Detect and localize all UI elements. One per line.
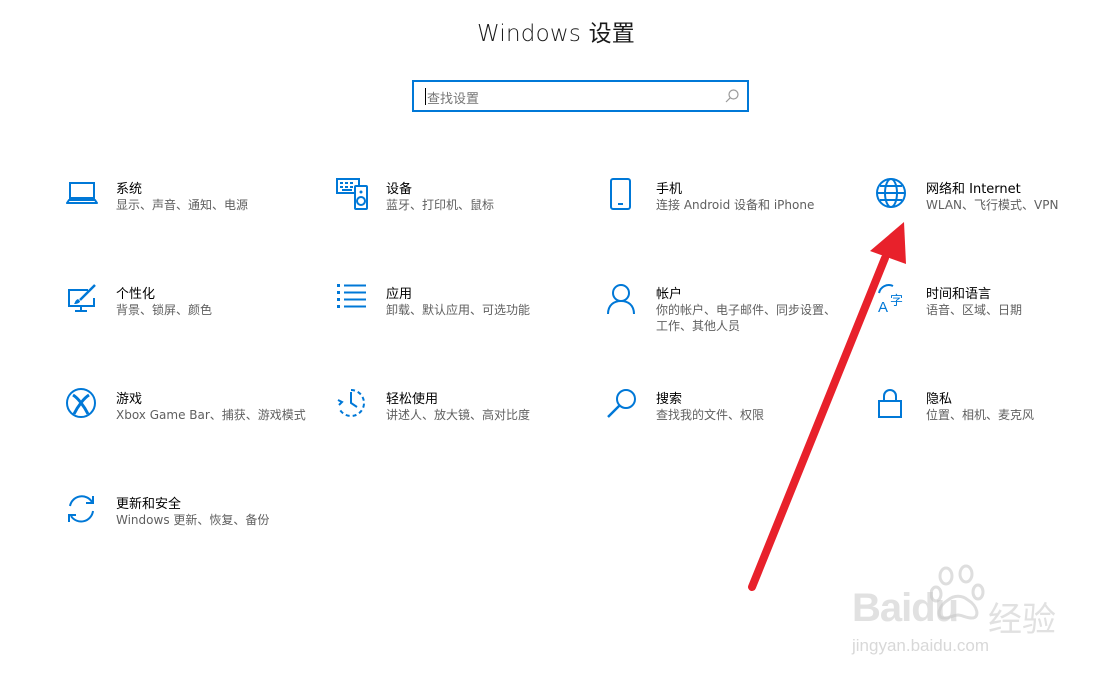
tile-description: Xbox Game Bar、捕获、游戏模式 <box>116 408 306 422</box>
tile-description: 背景、锁屏、颜色 <box>116 303 213 317</box>
apps-list-icon <box>336 283 370 317</box>
tile-description: Windows 更新、恢复、备份 <box>116 513 270 527</box>
tile-name: 设备 <box>386 182 413 197</box>
tile-description: 蓝牙、打印机、鼠标 <box>386 198 495 212</box>
baidu-watermark: Baidu 经验 jingyan.baidu.com <box>848 560 1058 660</box>
tile-description: 卸载、默认应用、可选功能 <box>386 303 531 317</box>
person-icon <box>606 283 640 317</box>
xbox-icon <box>66 388 100 422</box>
tile-description: 位置、相机、麦克风 <box>926 408 1035 422</box>
watermark-cn: 经验 <box>988 600 1056 640</box>
time-language-icon: A 字 <box>876 283 910 317</box>
tile-name: 搜索 <box>656 392 683 407</box>
tile-name: 帐户 <box>656 287 683 302</box>
svg-text:字: 字 <box>890 294 903 309</box>
svg-text:A: A <box>878 299 888 316</box>
tile-time-language[interactable]: A 字 时间和语言 语音、区域、日期 <box>876 283 1112 363</box>
tile-personalization[interactable]: 个性化 背景、锁屏、颜色 <box>66 283 306 363</box>
tile-ease-of-access[interactable]: 轻松使用 讲述人、放大镜、高对比度 <box>336 388 576 468</box>
tile-name: 手机 <box>656 182 683 197</box>
search-box[interactable]: 查找设置 <box>412 80 749 112</box>
tile-privacy[interactable]: 隐私 位置、相机、麦克风 <box>876 388 1112 468</box>
tile-description: 显示、声音、通知、电源 <box>116 198 249 212</box>
tile-name: 隐私 <box>926 392 953 407</box>
tile-accounts[interactable]: 帐户 你的帐户、电子邮件、同步设置、工作、其他人员 <box>606 283 846 363</box>
paint-icon <box>66 283 100 317</box>
tile-name: 更新和安全 <box>116 497 182 512</box>
sync-icon <box>66 493 100 527</box>
tile-search[interactable]: 搜索 查找我的文件、权限 <box>606 388 846 468</box>
phone-icon <box>606 178 640 212</box>
tile-system[interactable]: 系统 显示、声音、通知、电源 <box>66 178 306 258</box>
tile-description: 讲述人、放大镜、高对比度 <box>386 408 531 422</box>
tile-name: 游戏 <box>116 392 143 407</box>
search-icon[interactable] <box>724 88 740 104</box>
tile-devices[interactable]: 设备 蓝牙、打印机、鼠标 <box>336 178 576 258</box>
tile-description: 语音、区域、日期 <box>926 303 1023 317</box>
globe-icon <box>876 178 910 212</box>
tile-phone[interactable]: 手机 连接 Android 设备和 iPhone <box>606 178 846 258</box>
tile-description: 连接 Android 设备和 iPhone <box>656 198 815 212</box>
tile-name: 网络和 Internet <box>926 182 1021 197</box>
ease-of-access-icon <box>336 388 370 422</box>
tile-name: 轻松使用 <box>386 392 439 407</box>
settings-window: Windows 设置 查找设置 系统 显示、声音、通知、电源 设备 蓝牙、打印机… <box>0 0 1112 683</box>
tile-description: 你的帐户、电子邮件、同步设置、工作、其他人员 <box>656 303 837 333</box>
keyboard-speaker-icon <box>336 178 370 212</box>
tile-name: 应用 <box>386 287 413 302</box>
tile-apps[interactable]: 应用 卸载、默认应用、可选功能 <box>336 283 576 363</box>
laptop-icon <box>66 178 100 212</box>
search-placeholder: 查找设置 <box>427 92 480 107</box>
tile-name: 系统 <box>116 182 143 197</box>
tile-network-internet[interactable]: 网络和 Internet WLAN、飞行模式、VPN <box>876 178 1112 258</box>
tile-update-security[interactable]: 更新和安全 Windows 更新、恢复、备份 <box>66 493 306 573</box>
tile-gaming[interactable]: 游戏 Xbox Game Bar、捕获、游戏模式 <box>66 388 306 468</box>
tile-description: WLAN、飞行模式、VPN <box>926 198 1059 212</box>
watermark-brand: Baidu <box>852 586 959 630</box>
tile-name: 个性化 <box>116 287 156 302</box>
tile-name: 时间和语言 <box>926 287 992 302</box>
magnifier-icon <box>606 388 640 422</box>
text-caret <box>425 88 426 105</box>
watermark-url: jingyan.baidu.com <box>852 636 990 655</box>
page-title: Windows 设置 <box>477 21 635 47</box>
tile-description: 查找我的文件、权限 <box>656 408 765 422</box>
lock-icon <box>876 388 910 422</box>
